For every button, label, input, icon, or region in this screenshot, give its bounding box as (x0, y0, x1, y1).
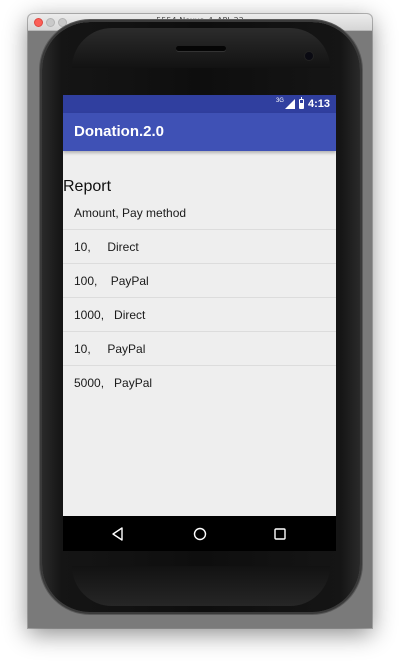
nav-home-button[interactable] (191, 525, 209, 543)
list-header-row[interactable]: Amount, Pay method (63, 196, 336, 230)
signal-icon (284, 99, 295, 109)
list-item[interactable]: 10, Direct (63, 230, 336, 264)
device-screen: 3G 4:13 Donation.2.0 Report Amount, Pay … (63, 95, 336, 551)
phone-speaker (176, 46, 226, 51)
app-title: Donation.2.0 (74, 123, 165, 140)
battery-icon (298, 97, 304, 109)
navigation-bar (63, 516, 336, 551)
phone-camera (305, 52, 313, 60)
list-item[interactable]: 100, PayPal (63, 264, 336, 298)
phone-bottom-bezel (72, 566, 330, 606)
status-bar: 3G 4:13 (63, 95, 336, 113)
nav-recents-button[interactable] (271, 525, 289, 543)
list-item[interactable]: 1000, Direct (63, 298, 336, 332)
home-icon (193, 527, 207, 541)
back-icon (112, 527, 123, 541)
report-list[interactable]: Amount, Pay method 10, Direct 100, PayPa… (63, 196, 336, 400)
report-heading: Report (63, 178, 112, 195)
recents-icon (274, 528, 286, 540)
nav-back-button[interactable] (109, 525, 127, 543)
list-item[interactable]: 10, PayPal (63, 332, 336, 366)
status-clock: 4:13 (307, 98, 330, 110)
app-toolbar: Donation.2.0 (63, 113, 336, 151)
network-type-label: 3G (275, 98, 284, 104)
list-item[interactable]: 5000, PayPal (63, 366, 336, 400)
